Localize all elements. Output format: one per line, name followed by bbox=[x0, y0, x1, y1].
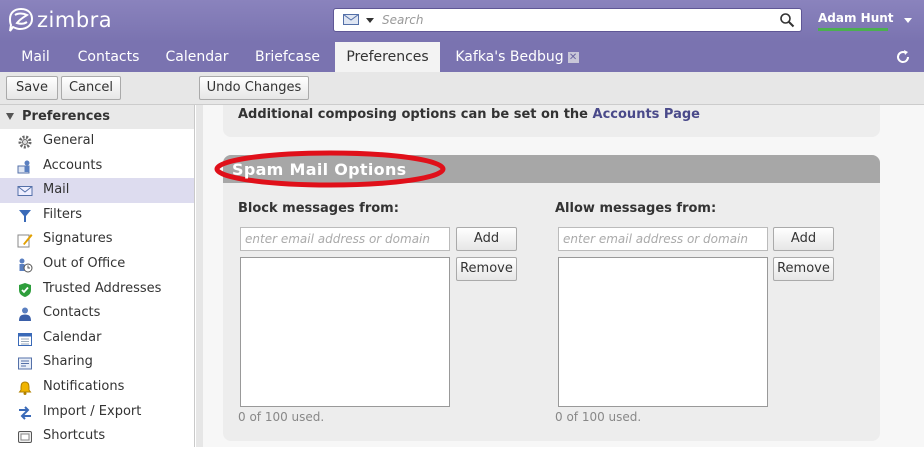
spam-mail-options-section: Spam Mail Options Block messages from: A… bbox=[214, 150, 880, 441]
filter-icon bbox=[19, 209, 31, 222]
allow-remove-button[interactable]: Remove bbox=[773, 257, 834, 281]
sidebar-item-label: Contacts bbox=[43, 305, 101, 321]
mail-type-icon[interactable] bbox=[343, 14, 359, 25]
sidebar-item-label: Mail bbox=[43, 182, 70, 198]
search-icon[interactable] bbox=[779, 12, 795, 28]
sidebar-item-label: Out of Office bbox=[43, 255, 126, 271]
collapse-icon[interactable] bbox=[6, 113, 14, 120]
shield-icon bbox=[19, 282, 31, 297]
sharing-icon bbox=[18, 357, 32, 370]
sidebar-item-general[interactable]: General bbox=[0, 129, 194, 154]
logo-text: zimbra bbox=[37, 8, 113, 32]
bell-icon bbox=[18, 381, 32, 395]
sidebar-item-label: General bbox=[43, 133, 95, 148]
spam-section-title: Spam Mail Options bbox=[232, 160, 407, 179]
sidebar-item-label: Sharing bbox=[43, 354, 93, 370]
tab-preferences[interactable]: Preferences bbox=[335, 42, 440, 72]
block-add-button[interactable]: Add bbox=[456, 227, 517, 251]
block-email-input[interactable] bbox=[240, 227, 450, 251]
sidebar-item-import-export[interactable]: Import / Export bbox=[0, 400, 194, 425]
splitter[interactable] bbox=[196, 105, 203, 447]
sidebar-item-label: Shortcuts bbox=[43, 428, 106, 444]
sidebar-item-label: Filters bbox=[43, 206, 82, 222]
allow-usage-text: 0 of 100 used. bbox=[555, 410, 642, 424]
tab-label: Calendar bbox=[165, 49, 229, 65]
composing-note: Additional composing options can be set … bbox=[238, 107, 700, 122]
calendar-icon bbox=[18, 332, 32, 346]
out-of-office-icon bbox=[19, 258, 33, 273]
tab-label: Mail bbox=[21, 49, 50, 65]
sidebar-item-sharing[interactable]: Sharing bbox=[0, 350, 194, 375]
sidebar-item-shortcuts[interactable]: Shortcuts bbox=[0, 424, 194, 449]
sidebar-item-mail[interactable]: Mail bbox=[0, 178, 194, 203]
sidebar-header[interactable]: Preferences bbox=[0, 105, 194, 129]
tab-contacts[interactable]: Contacts bbox=[66, 42, 151, 72]
app-tabs: Mail Contacts Calendar Briefcase Prefere… bbox=[0, 42, 924, 72]
toolbar: Save Cancel Undo Changes bbox=[0, 72, 924, 105]
zimbra-logo-icon bbox=[8, 7, 34, 32]
sidebar-item-label: Signatures bbox=[43, 231, 113, 247]
block-usage-text: 0 of 100 used. bbox=[238, 410, 325, 424]
import-export-icon bbox=[19, 405, 31, 420]
sidebar-item-filters[interactable]: Filters bbox=[0, 203, 194, 228]
sidebar-item-notifications[interactable]: Notifications bbox=[0, 375, 194, 400]
sidebar-item-accounts[interactable]: Accounts bbox=[0, 154, 194, 179]
tab-label: Briefcase bbox=[255, 49, 320, 65]
sidebar-item-label: Notifications bbox=[43, 378, 125, 394]
user-name: Adam Hunt bbox=[818, 11, 894, 25]
composing-options-section: Additional composing options can be set … bbox=[223, 105, 880, 137]
accounts-icon bbox=[17, 160, 30, 174]
tab-kafkas-bedbug[interactable]: Kafka's Bedbug ✕ bbox=[447, 42, 587, 72]
search-box[interactable] bbox=[333, 8, 802, 32]
search-type-dropdown[interactable] bbox=[366, 18, 374, 23]
preferences-content: Additional composing options can be set … bbox=[203, 105, 924, 447]
sidebar-item-label: Accounts bbox=[43, 157, 103, 173]
user-menu[interactable]: Adam Hunt bbox=[818, 11, 912, 31]
accounts-page-link[interactable]: Accounts Page bbox=[593, 107, 700, 122]
close-tab-icon[interactable]: ✕ bbox=[567, 51, 579, 63]
tab-label: Preferences bbox=[346, 49, 429, 65]
sidebar-item-signatures[interactable]: Signatures bbox=[0, 227, 194, 252]
signature-icon bbox=[17, 234, 33, 248]
keyboard-icon bbox=[18, 431, 32, 444]
tab-mail[interactable]: Mail bbox=[8, 42, 63, 72]
sidebar-header-label: Preferences bbox=[22, 109, 110, 124]
sidebar-item-out-of-office[interactable]: Out of Office bbox=[0, 252, 194, 277]
sidebar-item-label: Calendar bbox=[43, 329, 102, 345]
cancel-button[interactable]: Cancel bbox=[61, 76, 121, 100]
block-list[interactable] bbox=[240, 257, 450, 407]
tab-calendar[interactable]: Calendar bbox=[154, 42, 240, 72]
tab-label: Kafka's Bedbug bbox=[455, 49, 564, 65]
sidebar-item-label: Import / Export bbox=[43, 403, 142, 419]
top-bar: zimbra Adam Hunt bbox=[0, 0, 924, 42]
sidebar-item-contacts[interactable]: Contacts bbox=[0, 301, 194, 326]
zimbra-logo[interactable]: zimbra bbox=[8, 6, 112, 34]
refresh-icon[interactable] bbox=[894, 48, 912, 66]
preferences-sidebar: Preferences General Accounts Mail Filter… bbox=[0, 105, 195, 447]
block-remove-button[interactable]: Remove bbox=[456, 257, 517, 281]
sidebar-item-label: Trusted Addresses bbox=[43, 280, 162, 296]
save-button[interactable]: Save bbox=[6, 76, 58, 100]
sidebar-item-trusted-addresses[interactable]: Trusted Addresses bbox=[0, 277, 194, 302]
gear-icon bbox=[18, 135, 32, 149]
mail-icon bbox=[17, 186, 33, 197]
allow-messages-label: Allow messages from: bbox=[555, 201, 717, 216]
block-messages-label: Block messages from: bbox=[238, 201, 399, 216]
spam-section-header: Spam Mail Options bbox=[214, 150, 880, 188]
user-status-bar bbox=[818, 28, 888, 31]
sidebar-item-calendar[interactable]: Calendar bbox=[0, 326, 194, 351]
allow-email-input[interactable] bbox=[558, 227, 768, 251]
allow-add-button[interactable]: Add bbox=[773, 227, 834, 251]
composing-note-text: Additional composing options can be set … bbox=[238, 107, 588, 122]
allow-list[interactable] bbox=[558, 257, 768, 407]
contacts-icon bbox=[19, 307, 31, 322]
tab-label: Contacts bbox=[77, 49, 140, 65]
tab-briefcase[interactable]: Briefcase bbox=[243, 42, 332, 72]
search-input[interactable] bbox=[380, 11, 764, 29]
undo-changes-button[interactable]: Undo Changes bbox=[199, 76, 309, 100]
chevron-down-icon bbox=[904, 18, 912, 23]
